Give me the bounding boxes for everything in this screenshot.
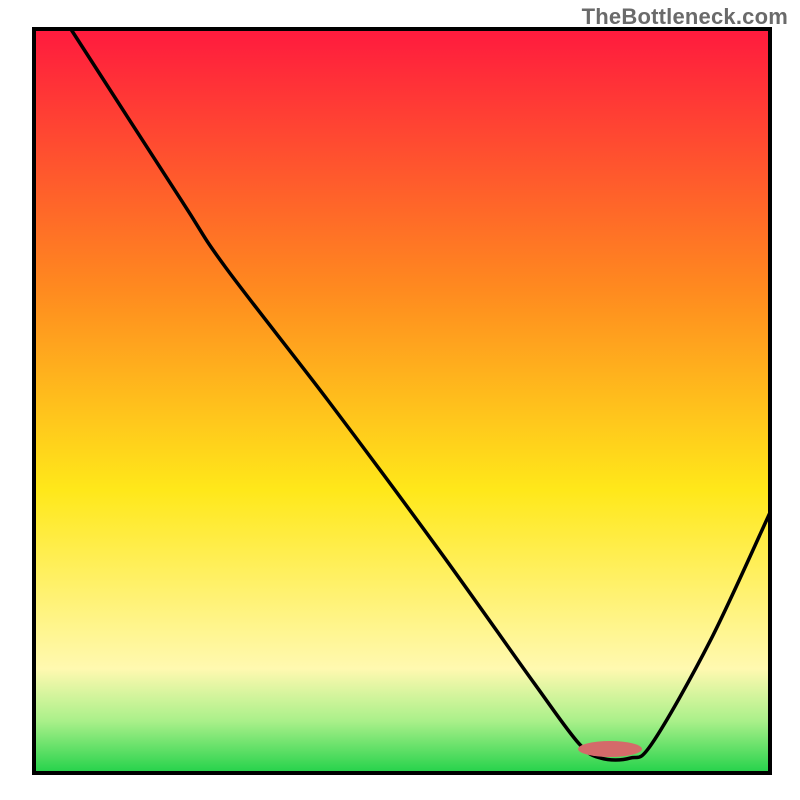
watermark-text: TheBottleneck.com: [582, 4, 788, 30]
optimal-marker: [578, 741, 642, 757]
plot-canvas: TheBottleneck.com: [0, 0, 800, 800]
bottleneck-chart-svg: [0, 0, 800, 800]
